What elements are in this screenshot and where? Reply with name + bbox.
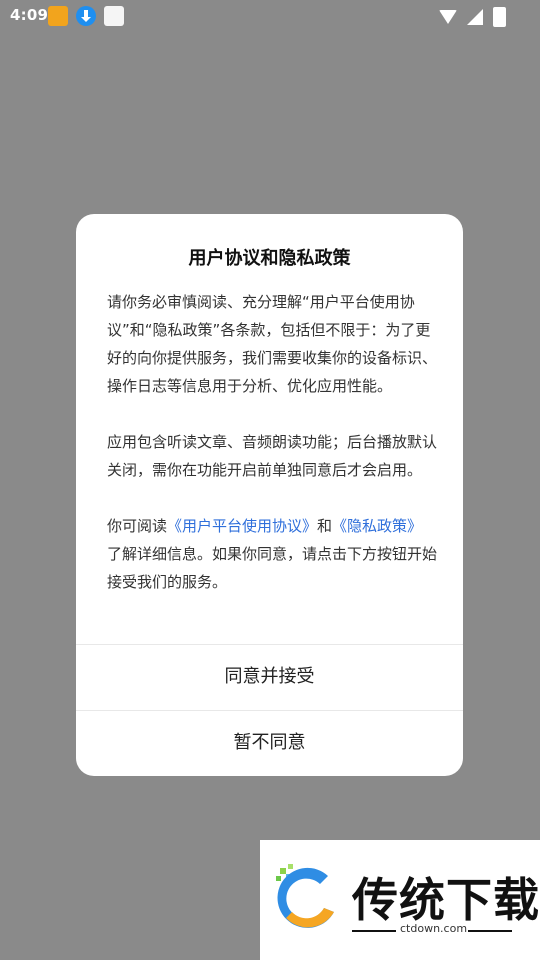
download-icon bbox=[76, 6, 96, 26]
watermark-line-left bbox=[352, 930, 396, 932]
dialog-body: 请你务必审慎阅读、充分理解“用户平台使用协议”和“隐私政策”各条款，包括但不限于… bbox=[107, 288, 437, 624]
status-bar: 4:09 bbox=[0, 0, 540, 32]
watermark-line-right bbox=[468, 930, 512, 932]
wifi-icon bbox=[439, 10, 457, 24]
app-notification-icon bbox=[48, 6, 68, 26]
user-agreement-link[interactable]: 《用户平台使用协议》 bbox=[167, 517, 317, 535]
battery-charging-icon bbox=[493, 7, 506, 27]
app-icon bbox=[104, 6, 124, 26]
accept-button[interactable]: 同意并接受 bbox=[76, 645, 463, 709]
paragraph-3: 你可阅读《用户平台使用协议》和《隐私政策》了解详细信息。如果你同意，请点击下方按… bbox=[107, 512, 437, 596]
decline-button[interactable]: 暂不同意 bbox=[76, 711, 463, 775]
privacy-dialog: 用户协议和隐私政策 请你务必审慎阅读、充分理解“用户平台使用协议”和“隐私政策”… bbox=[76, 214, 463, 776]
para3-prefix: 你可阅读 bbox=[107, 517, 168, 535]
status-time: 4:09 bbox=[10, 6, 49, 24]
system-icons bbox=[439, 7, 506, 27]
watermark: 传统下载 ctdown.com bbox=[260, 840, 540, 960]
ctdown-logo-icon bbox=[276, 864, 334, 928]
signal-icon bbox=[467, 9, 483, 25]
paragraph-1: 请你务必审慎阅读、充分理解“用户平台使用协议”和“隐私政策”各条款，包括但不限于… bbox=[107, 293, 438, 395]
para3-and: 和 bbox=[317, 517, 333, 535]
paragraph-2: 应用包含听读文章、音频朗读功能；后台播放默认关闭，需你在功能开启前单独同意后才会… bbox=[107, 433, 438, 479]
privacy-policy-link[interactable]: 《隐私政策》 bbox=[332, 517, 422, 535]
watermark-text: 传统下载 bbox=[352, 873, 540, 927]
notification-icons bbox=[48, 6, 124, 26]
dialog-title: 用户协议和隐私政策 bbox=[188, 248, 351, 269]
watermark-url: ctdown.com bbox=[400, 922, 468, 935]
para3-suffix: 了解详细信息。如果你同意，请点击下方按钮开始接受我们的服务。 bbox=[107, 545, 438, 591]
